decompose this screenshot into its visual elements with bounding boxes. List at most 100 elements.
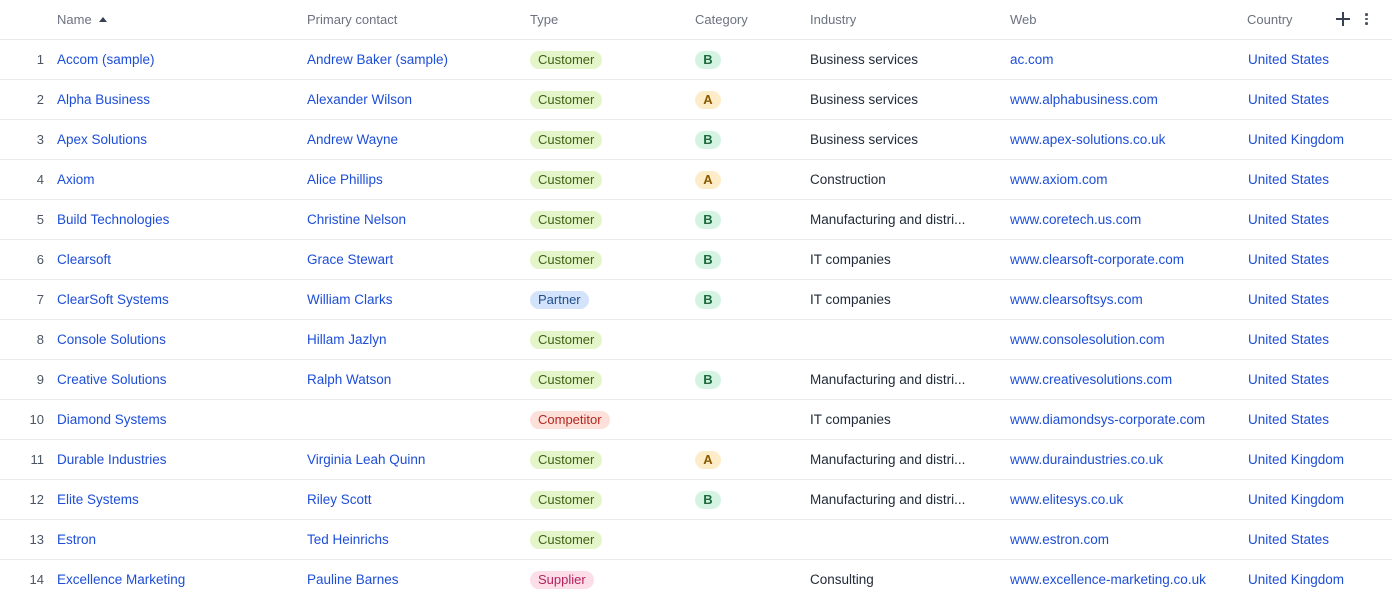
primary-contact-link[interactable]: Pauline Barnes bbox=[307, 560, 522, 599]
table-row[interactable]: 8 Console Solutions Hillam Jazlyn Customer w… bbox=[0, 320, 1392, 360]
account-name-link[interactable]: Diamond Systems bbox=[57, 400, 297, 440]
table-row[interactable]: 2 Alpha Business Alexander Wilson Customer A… bbox=[0, 80, 1392, 120]
type-cell: Customer bbox=[530, 480, 690, 520]
website-link[interactable]: www.diamondsys-corporate.com bbox=[1010, 400, 1240, 440]
column-header-industry[interactable]: Industry bbox=[810, 0, 856, 40]
account-name-link[interactable]: Elite Systems bbox=[57, 480, 297, 520]
category-badge: A bbox=[695, 171, 721, 190]
industry-text: Consulting bbox=[810, 572, 874, 587]
primary-contact-link[interactable]: Virginia Leah Quinn bbox=[307, 440, 522, 480]
website-link[interactable]: www.duraindustries.co.uk bbox=[1010, 440, 1240, 480]
industry-text: IT companies bbox=[810, 412, 891, 427]
website-link[interactable]: www.coretech.us.com bbox=[1010, 200, 1240, 240]
table-row[interactable]: 9 Creative Solutions Ralph Watson Customer B… bbox=[0, 360, 1392, 400]
type-badge: Customer bbox=[530, 251, 603, 270]
account-name-link[interactable]: Apex Solutions bbox=[57, 120, 297, 160]
table-row[interactable]: 12 Elite Systems Riley Scott Customer B Manuf… bbox=[0, 480, 1392, 520]
website-link[interactable]: www.estron.com bbox=[1010, 520, 1240, 560]
country-link[interactable]: United States bbox=[1248, 280, 1388, 320]
account-name-link[interactable]: Creative Solutions bbox=[57, 360, 297, 400]
primary-contact-link[interactable]: Grace Stewart bbox=[307, 240, 522, 280]
website-link[interactable]: www.clearsoft-corporate.com bbox=[1010, 240, 1240, 280]
row-number: 13 bbox=[29, 532, 44, 547]
website-link[interactable]: www.clearsoftsys.com bbox=[1010, 280, 1240, 320]
column-header-category[interactable]: Category bbox=[695, 0, 748, 40]
account-name-link[interactable]: Durable Industries bbox=[57, 440, 297, 480]
category-badge: B bbox=[695, 251, 721, 270]
account-name-link[interactable]: Alpha Business bbox=[57, 80, 297, 120]
account-name-link[interactable]: ClearSoft Systems bbox=[57, 280, 297, 320]
primary-contact-link[interactable]: Ralph Watson bbox=[307, 360, 522, 400]
table-row[interactable]: 7 ClearSoft Systems William Clarks Partner B… bbox=[0, 280, 1392, 320]
industry-text: Business services bbox=[810, 132, 919, 147]
country-link[interactable]: United States bbox=[1248, 160, 1388, 200]
kebab-menu-icon[interactable] bbox=[1362, 12, 1370, 26]
account-name-link[interactable]: Excellence Marketing bbox=[57, 560, 297, 599]
table-row[interactable]: 14 Excellence Marketing Pauline Barnes Supp… bbox=[0, 560, 1392, 599]
account-name-link[interactable]: Console Solutions bbox=[57, 320, 297, 360]
account-name-link[interactable]: Axiom bbox=[57, 160, 297, 200]
column-header-web[interactable]: Web bbox=[1010, 0, 1037, 40]
country-link[interactable]: United States bbox=[1248, 240, 1388, 280]
account-name-link[interactable]: Build Technologies bbox=[57, 200, 297, 240]
website-link[interactable]: www.creativesolutions.com bbox=[1010, 360, 1240, 400]
primary-contact-link[interactable]: Andrew Baker (sample) bbox=[307, 40, 522, 80]
website-link[interactable]: www.alphabusiness.com bbox=[1010, 80, 1240, 120]
table-row[interactable]: 1 Accom (sample) Andrew Baker (sample) Cust… bbox=[0, 40, 1392, 80]
industry-text: IT companies bbox=[810, 292, 891, 307]
primary-contact-link[interactable]: Alice Phillips bbox=[307, 160, 522, 200]
account-name-link[interactable]: Estron bbox=[57, 520, 297, 560]
sort-ascending-icon[interactable] bbox=[98, 17, 107, 22]
table-row[interactable]: 11 Durable Industries Virginia Leah Quinn C… bbox=[0, 440, 1392, 480]
table-row[interactable]: 4 Axiom Alice Phillips Customer A Constructio… bbox=[0, 160, 1392, 200]
website-link[interactable]: www.elitesys.co.uk bbox=[1010, 480, 1240, 520]
column-header-country[interactable]: Country bbox=[1247, 0, 1293, 40]
table-row[interactable]: 5 Build Technologies Christine Nelson Custo… bbox=[0, 200, 1392, 240]
primary-contact-link[interactable]: William Clarks bbox=[307, 280, 522, 320]
website-link[interactable]: www.axiom.com bbox=[1010, 160, 1240, 200]
country-link[interactable]: United States bbox=[1248, 520, 1388, 560]
category-badge: B bbox=[695, 371, 721, 390]
country-link[interactable]: United States bbox=[1248, 320, 1388, 360]
column-header-type[interactable]: Type bbox=[530, 0, 558, 40]
country-link[interactable]: United States bbox=[1248, 360, 1388, 400]
industry-text: Manufacturing and distri... bbox=[810, 212, 966, 227]
type-badge: Supplier bbox=[530, 571, 594, 590]
table-row[interactable]: 6 Clearsoft Grace Stewart Customer B IT compa… bbox=[0, 240, 1392, 280]
website-link[interactable]: www.excellence-marketing.co.uk bbox=[1010, 560, 1240, 599]
country-link[interactable]: United Kingdom bbox=[1248, 480, 1388, 520]
country-link[interactable]: United States bbox=[1248, 40, 1388, 80]
primary-contact-link[interactable]: Andrew Wayne bbox=[307, 120, 522, 160]
table-row[interactable]: 10 Diamond Systems Competitor IT companies w… bbox=[0, 400, 1392, 440]
account-name-link[interactable]: Clearsoft bbox=[57, 240, 297, 280]
type-badge: Customer bbox=[530, 331, 603, 350]
table-body: 1 Accom (sample) Andrew Baker (sample) Cust… bbox=[0, 40, 1392, 599]
category-badge: B bbox=[695, 491, 721, 510]
type-badge: Partner bbox=[530, 291, 589, 310]
country-link[interactable]: United States bbox=[1248, 400, 1388, 440]
table-row[interactable]: 13 Estron Ted Heinrichs Customer www.estron.… bbox=[0, 520, 1392, 560]
account-name-link[interactable]: Accom (sample) bbox=[57, 40, 297, 80]
type-cell: Customer bbox=[530, 520, 690, 560]
country-link[interactable]: United Kingdom bbox=[1248, 120, 1388, 160]
primary-contact-link[interactable]: Hillam Jazlyn bbox=[307, 320, 522, 360]
type-cell: Customer bbox=[530, 240, 690, 280]
column-header-name[interactable]: Name bbox=[57, 0, 107, 40]
country-link[interactable]: United Kingdom bbox=[1248, 440, 1388, 480]
row-number: 11 bbox=[30, 452, 45, 467]
website-link[interactable]: ac.com bbox=[1010, 40, 1240, 80]
column-header-primary-contact[interactable]: Primary contact bbox=[307, 0, 397, 40]
plus-icon[interactable] bbox=[1336, 12, 1350, 26]
country-link[interactable]: United Kingdom bbox=[1248, 560, 1388, 599]
primary-contact-link[interactable]: Christine Nelson bbox=[307, 200, 522, 240]
primary-contact-link[interactable]: Alexander Wilson bbox=[307, 80, 522, 120]
website-link[interactable]: www.apex-solutions.co.uk bbox=[1010, 120, 1240, 160]
primary-contact-link[interactable]: Riley Scott bbox=[307, 480, 522, 520]
type-badge: Customer bbox=[530, 211, 603, 230]
primary-contact-link[interactable]: Ted Heinrichs bbox=[307, 520, 522, 560]
website-link[interactable]: www.consolesolution.com bbox=[1010, 320, 1240, 360]
country-link[interactable]: United States bbox=[1248, 80, 1388, 120]
table-row[interactable]: 3 Apex Solutions Andrew Wayne Customer B Busi… bbox=[0, 120, 1392, 160]
country-link[interactable]: United States bbox=[1248, 200, 1388, 240]
column-header-label: Name bbox=[57, 12, 92, 27]
